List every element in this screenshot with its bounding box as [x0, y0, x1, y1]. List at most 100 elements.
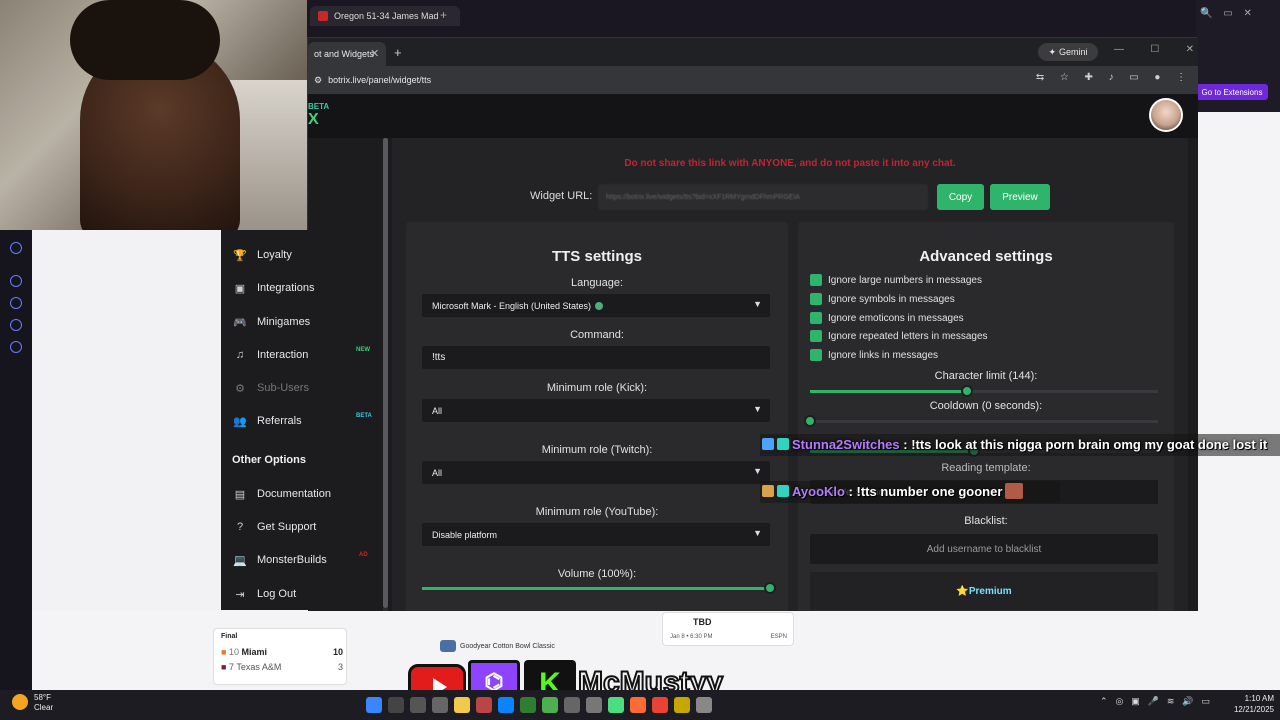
- ignore-emoticons-checkbox[interactable]: Ignore emoticons in messages: [810, 312, 964, 324]
- tts-settings-panel: TTS settings Language: Microsoft Mark - …: [406, 222, 788, 611]
- twitch-role-label: Minimum role (Twitch):: [541, 444, 653, 456]
- site-info-icon[interactable]: ⚙: [314, 75, 322, 86]
- sidebar-item-get-support[interactable]: ? Get Support: [233, 517, 378, 537]
- close-window-button[interactable]: ✕: [1186, 44, 1194, 55]
- url-field[interactable]: ⚙ botrix.live/panel/widget/tts: [308, 70, 1028, 90]
- character-limit-handle[interactable]: [960, 385, 973, 397]
- youtube-role-label: Minimum role (YouTube):: [535, 506, 659, 518]
- ignore-large-numbers-checkbox[interactable]: Ignore large numbers in messages: [810, 274, 982, 286]
- edge-icon[interactable]: [498, 697, 514, 713]
- volume-icon[interactable]: 🔊: [1182, 696, 1193, 707]
- upcoming-game-card[interactable]: TBD Jan 8 • 6:30 PM ESPN: [662, 612, 794, 646]
- sidebar-item-log-out[interactable]: ⇥ Log Out: [233, 584, 378, 604]
- chrome-icon[interactable]: [652, 697, 668, 713]
- background-right-page: [1196, 112, 1280, 612]
- weather-widget[interactable]: 58°F Clear: [34, 693, 53, 713]
- language-label: Language:: [571, 277, 623, 289]
- checkbox-label: Ignore large numbers in messages: [828, 274, 982, 286]
- sidebar-item-monsterbuilds[interactable]: 💻 MonsterBuilds: [233, 550, 378, 570]
- score-card[interactable]: Final ■ 10 Miami 10 ■ 7 Texas A&M 3: [213, 628, 347, 685]
- widget-url-input[interactable]: https://botrix.live/widgets/tts?bid=xXF1…: [598, 184, 928, 210]
- rail-icon-1[interactable]: [10, 275, 22, 287]
- ignore-symbols-checkbox[interactable]: Ignore symbols in messages: [810, 293, 955, 305]
- chat-message: AyooKlo : !tts number one gooner: [760, 481, 1060, 503]
- tray-icon[interactable]: ▣: [1131, 696, 1140, 707]
- language-select[interactable]: Microsoft Mark - English (United States)…: [422, 294, 770, 317]
- background-toolbar-icons: 🔍 ▭ ✕: [1200, 8, 1256, 19]
- app-icon[interactable]: [586, 697, 602, 713]
- command-input[interactable]: !tts: [422, 346, 770, 369]
- go-to-extensions-button[interactable]: Go to Extensions: [1196, 84, 1268, 100]
- cooldown-handle[interactable]: [804, 415, 816, 427]
- gemini-button[interactable]: ✦ Gemini: [1038, 43, 1098, 61]
- user-avatar[interactable]: [1149, 98, 1183, 132]
- cooldown-slider[interactable]: [804, 415, 1158, 427]
- profile-icon[interactable]: ●: [1154, 72, 1160, 83]
- weather-icon[interactable]: [12, 694, 28, 710]
- app-icon[interactable]: [520, 697, 536, 713]
- botrix-logo[interactable]: BETA X: [308, 102, 338, 129]
- youtube-role-select[interactable]: Disable platform ▼: [422, 523, 770, 546]
- battery-icon[interactable]: ▭: [1201, 696, 1210, 707]
- background-browser-tab[interactable]: Oregon 51-34 James Mad: [310, 6, 460, 26]
- volume-slider[interactable]: [422, 582, 776, 594]
- ignore-links-checkbox[interactable]: Ignore links in messages: [810, 349, 938, 361]
- team-score: 3: [337, 662, 343, 672]
- star-icon[interactable]: ☆: [1060, 72, 1069, 83]
- sidebar-scrollbar-thumb[interactable]: [383, 138, 388, 608]
- app-icon[interactable]: [630, 697, 646, 713]
- tab-close-icon[interactable]: ✕: [370, 47, 379, 60]
- app-icon[interactable]: [608, 697, 624, 713]
- twitch-role-value: All: [432, 467, 443, 478]
- blacklist-input[interactable]: Add username to blacklist: [810, 534, 1158, 564]
- sidebar-item-label: Loyalty: [257, 249, 292, 261]
- character-limit-slider[interactable]: [810, 385, 1158, 397]
- app-icon[interactable]: [674, 697, 690, 713]
- extensions-icon[interactable]: ✚: [1085, 72, 1093, 83]
- preview-button[interactable]: Preview: [990, 184, 1050, 210]
- microphone-icon[interactable]: 🎤: [1148, 696, 1159, 707]
- volume-slider-handle[interactable]: [764, 582, 776, 594]
- rail-icon-4[interactable]: [10, 341, 22, 353]
- sidebar-item-integrations[interactable]: ▣ Integrations: [233, 278, 378, 298]
- copy-button[interactable]: Copy: [937, 184, 984, 210]
- sidebar-item-minigames[interactable]: 🎮 Minigames: [233, 312, 378, 332]
- tbd-label: TBD: [693, 617, 712, 627]
- ignore-repeated-letters-checkbox[interactable]: Ignore repeated letters in messages: [810, 330, 988, 342]
- maximize-button[interactable]: ☐: [1150, 44, 1159, 55]
- question-icon: ?: [236, 521, 244, 533]
- app-icon[interactable]: [476, 697, 492, 713]
- menu-icon[interactable]: ⋮: [1176, 72, 1186, 83]
- minimize-button[interactable]: —: [1114, 44, 1124, 55]
- rail-icon-3[interactable]: [10, 319, 22, 331]
- sidebar-item-documentation[interactable]: ▤ Documentation: [233, 484, 378, 504]
- rail-icon-2[interactable]: [10, 297, 22, 309]
- taskbar-clock[interactable]: 1:10 AM 12/21/2025: [1218, 693, 1274, 715]
- start-icon[interactable]: [366, 697, 382, 713]
- media-icon[interactable]: ♪: [1109, 72, 1114, 83]
- task-view-icon[interactable]: [410, 697, 426, 713]
- chevron-up-icon[interactable]: ⌃: [1100, 696, 1108, 707]
- translate-icon[interactable]: ⇆: [1036, 72, 1044, 83]
- background-app-rail: [0, 230, 32, 690]
- discord-icon[interactable]: [10, 242, 22, 254]
- app-icon[interactable]: [696, 697, 712, 713]
- app-icon[interactable]: [432, 697, 448, 713]
- file-explorer-icon[interactable]: [454, 697, 470, 713]
- app-icon[interactable]: [542, 697, 558, 713]
- sidepanel-icon[interactable]: ▭: [1129, 72, 1138, 83]
- sidebar-item-sub-users[interactable]: ⚙ Sub-Users: [233, 378, 378, 398]
- sidebar-item-loyalty[interactable]: 🏆 Loyalty: [233, 245, 378, 265]
- kick-role-select[interactable]: All ▼: [422, 399, 770, 422]
- app-icon[interactable]: [564, 697, 580, 713]
- twitch-role-select[interactable]: All ▼: [422, 461, 770, 484]
- premium-badge[interactable]: ⭐Premium: [810, 572, 1158, 610]
- search-icon[interactable]: [388, 697, 404, 713]
- wifi-icon[interactable]: ≋: [1167, 696, 1175, 707]
- logout-icon: ⇥: [235, 589, 245, 601]
- background-new-tab-button[interactable]: +: [440, 9, 452, 21]
- new-tab-button[interactable]: +: [394, 45, 402, 60]
- sidebar-item-label: Get Support: [257, 521, 317, 533]
- clock-date: 12/21/2025: [1233, 705, 1274, 714]
- tray-icon[interactable]: ◎: [1115, 696, 1123, 707]
